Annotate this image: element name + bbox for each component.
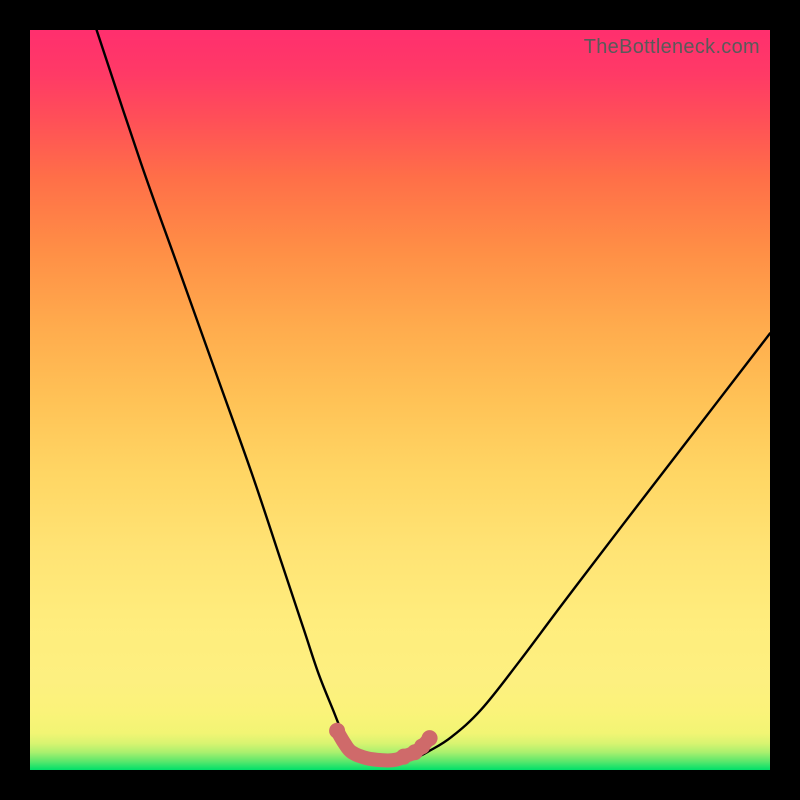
bottom-dot: [422, 730, 438, 746]
plot-area: TheBottleneck.com: [30, 30, 770, 770]
main-curve: [97, 30, 770, 761]
chart-svg: [30, 30, 770, 770]
chart-frame: TheBottleneck.com: [0, 0, 800, 800]
bottom-dot: [329, 723, 345, 739]
